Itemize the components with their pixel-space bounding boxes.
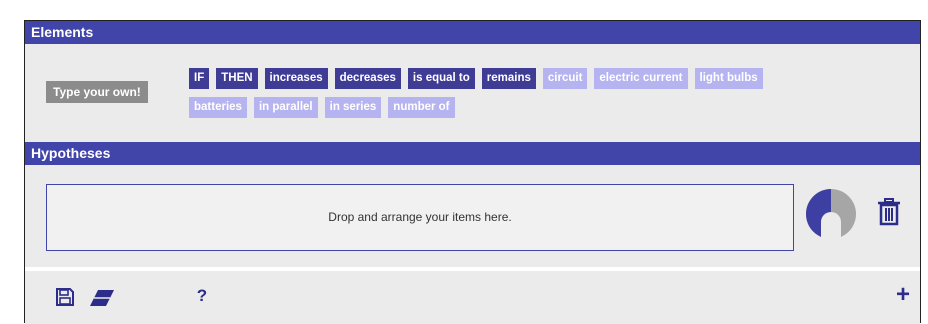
element-chip[interactable]: electric current <box>594 68 688 89</box>
element-chip[interactable]: light bulbs <box>694 68 763 89</box>
save-icon[interactable] <box>55 287 75 307</box>
elements-panel: Type your own! IF THEN increases decreases i… <box>25 44 920 142</box>
hypothesis-scratchpad: Elements Type your own! IF THEN increases d… <box>24 20 921 324</box>
eraser-icon[interactable] <box>89 289 115 307</box>
element-chip[interactable]: in series <box>324 97 382 118</box>
element-chip[interactable]: circuit <box>542 68 588 89</box>
hypothesis-drop-zone[interactable]: Drop and arrange your items here. <box>46 184 794 251</box>
trash-icon[interactable] <box>877 198 901 226</box>
element-chip[interactable]: decreases <box>334 68 401 89</box>
bottom-toolbar: ? + <box>25 271 920 324</box>
hypotheses-header: Hypotheses <box>25 142 920 165</box>
elements-header: Elements <box>25 21 920 44</box>
element-chip[interactable]: increases <box>264 68 328 89</box>
hypotheses-panel: Drop and arrange your items here. <box>25 165 920 267</box>
add-hypothesis-button[interactable]: + <box>893 283 913 307</box>
element-chip[interactable]: batteries <box>189 97 247 118</box>
help-button[interactable]: ? <box>195 285 209 307</box>
type-your-own-button[interactable]: Type your own! <box>46 81 148 103</box>
element-chip[interactable]: number of <box>388 97 455 118</box>
element-chip[interactable]: IF <box>189 68 210 89</box>
element-chip[interactable]: is equal to <box>407 68 475 89</box>
element-chip[interactable]: in parallel <box>253 97 318 118</box>
element-chip[interactable]: THEN <box>216 68 258 89</box>
element-chip-list: IF THEN increases decreases is equal to remai… <box>189 68 909 126</box>
element-chip[interactable]: remains <box>481 68 536 89</box>
confidence-pie-icon[interactable] <box>805 188 857 240</box>
